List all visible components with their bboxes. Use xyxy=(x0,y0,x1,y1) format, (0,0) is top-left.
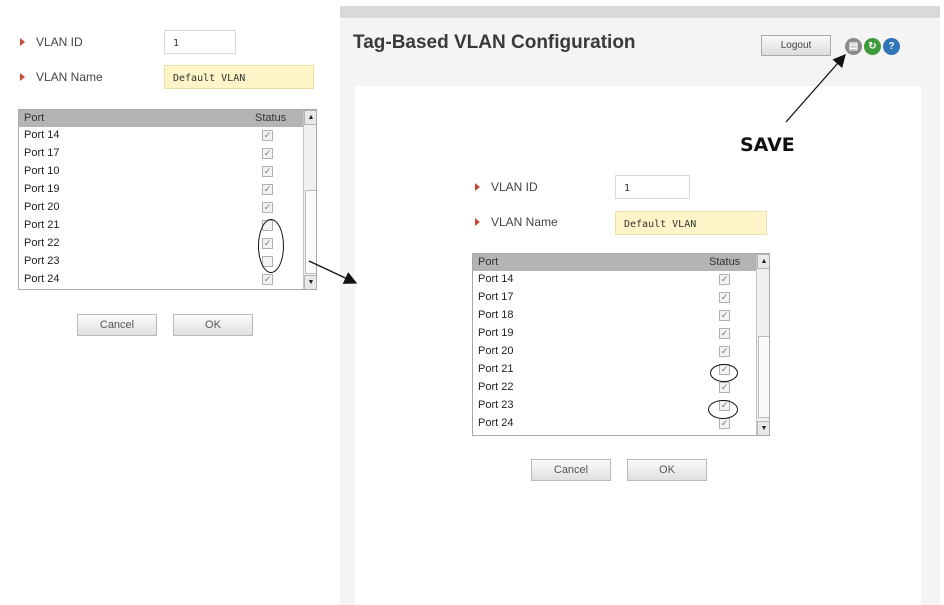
save-pointer-arrow xyxy=(785,54,846,123)
annotation-arrows xyxy=(308,54,846,284)
transition-arrow xyxy=(308,260,358,284)
